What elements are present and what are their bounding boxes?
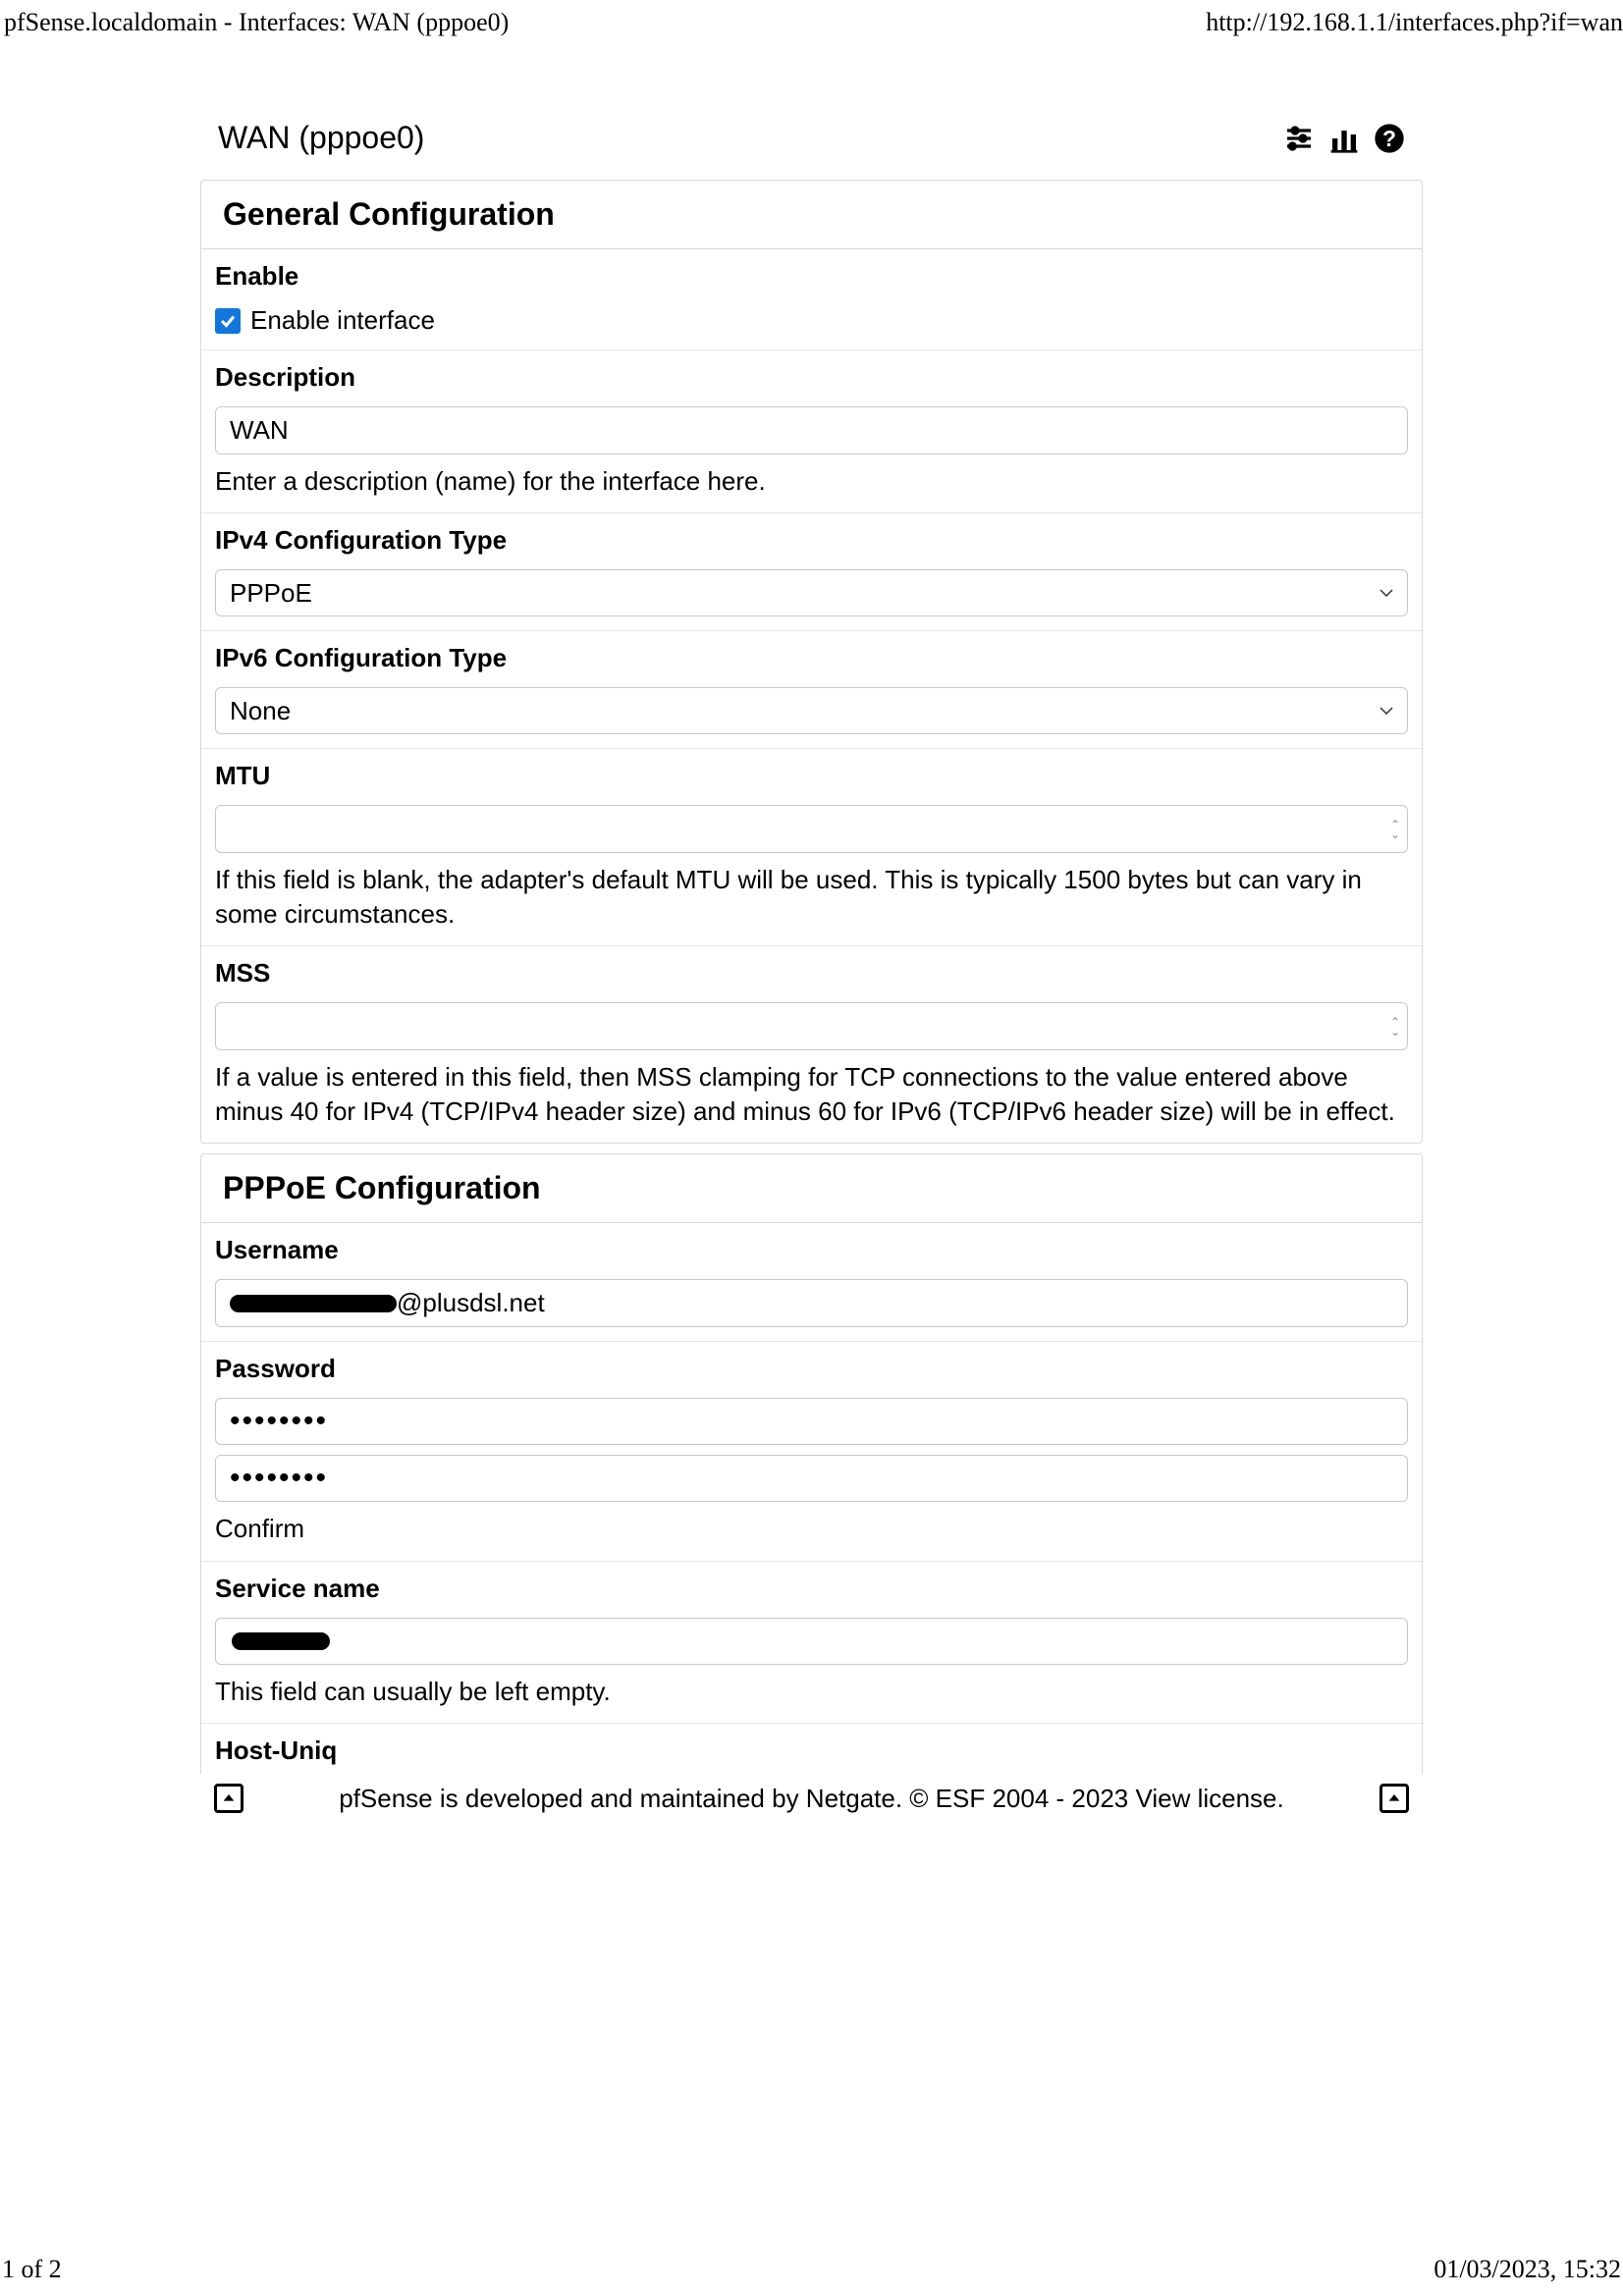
mss-stepper[interactable]: ⌃ ⌄ bbox=[1390, 1017, 1400, 1037]
username-input[interactable]: @plusdsl.net bbox=[215, 1279, 1408, 1327]
browser-print-header: pfSense.localdomain - Interfaces: WAN (p… bbox=[0, 0, 1623, 41]
password-input[interactable]: •••••••• bbox=[215, 1398, 1408, 1445]
ipv4type-label: IPv4 Configuration Type bbox=[215, 525, 1408, 556]
general-config-panel: General Configuration Enable Enable inte… bbox=[200, 180, 1423, 1144]
password-group: Password •••••••• •••••••• Confirm bbox=[201, 1342, 1422, 1561]
browser-url: http://192.168.1.1/interfaces.php?if=wan bbox=[1206, 8, 1623, 37]
svg-text:?: ? bbox=[1382, 126, 1396, 151]
chart-icon[interactable] bbox=[1328, 123, 1360, 154]
general-config-heading: General Configuration bbox=[201, 181, 1422, 249]
scroll-top-right-button[interactable] bbox=[1380, 1784, 1409, 1813]
page-footer-bar: pfSense is developed and maintained by N… bbox=[200, 1784, 1423, 1814]
hostuniq-label: Host-Uniq bbox=[215, 1735, 1408, 1766]
enable-checkbox-label: Enable interface bbox=[250, 305, 435, 336]
scroll-top-left-button[interactable] bbox=[214, 1784, 243, 1813]
username-label: Username bbox=[215, 1235, 1408, 1265]
description-input[interactable] bbox=[215, 406, 1408, 454]
hostuniq-group: Host-Uniq bbox=[201, 1724, 1422, 1774]
username-suffix: @plusdsl.net bbox=[397, 1288, 545, 1318]
sliders-icon[interactable] bbox=[1283, 123, 1315, 154]
pppoe-config-panel: PPPoE Configuration Username @plusdsl.ne… bbox=[200, 1153, 1423, 1773]
footer-text: pfSense is developed and maintained by N… bbox=[243, 1784, 1380, 1814]
mss-label: MSS bbox=[215, 958, 1408, 988]
chevron-down-icon[interactable]: ⌄ bbox=[1390, 829, 1400, 839]
mtu-group: MTU ⌃ ⌄ If this field is blank, the adap… bbox=[201, 749, 1422, 946]
enable-checkbox[interactable] bbox=[215, 308, 241, 334]
username-group: Username @plusdsl.net bbox=[201, 1223, 1422, 1342]
browser-title: pfSense.localdomain - Interfaces: WAN (p… bbox=[0, 8, 509, 37]
enable-group: Enable Enable interface bbox=[201, 249, 1422, 350]
ipv4type-select[interactable]: PPPoE bbox=[215, 569, 1408, 616]
ipv6type-select[interactable]: None bbox=[215, 687, 1408, 734]
servicename-help: This field can usually be left empty. bbox=[215, 1675, 1408, 1709]
pppoe-config-heading: PPPoE Configuration bbox=[201, 1154, 1422, 1223]
enable-label: Enable bbox=[215, 261, 1408, 292]
ipv4type-group: IPv4 Configuration Type PPPoE bbox=[201, 513, 1422, 631]
mtu-help: If this field is blank, the adapter's de… bbox=[215, 863, 1408, 932]
redacted-text bbox=[232, 1632, 330, 1650]
mss-input[interactable] bbox=[215, 1002, 1408, 1050]
page-title: WAN (pppoe0) bbox=[218, 120, 424, 156]
mss-help: If a value is entered in this field, the… bbox=[215, 1060, 1408, 1129]
ipv6type-label: IPv6 Configuration Type bbox=[215, 643, 1408, 673]
mss-group: MSS ⌃ ⌄ If a value is entered in this fi… bbox=[201, 946, 1422, 1143]
ipv6type-group: IPv6 Configuration Type None bbox=[201, 631, 1422, 749]
servicename-input[interactable] bbox=[215, 1618, 1408, 1665]
print-footer: 1 of 2 01/03/2023, 15:32 bbox=[0, 2255, 1623, 2284]
mtu-stepper[interactable]: ⌃ ⌄ bbox=[1390, 820, 1400, 839]
password-label: Password bbox=[215, 1354, 1408, 1384]
description-label: Description bbox=[215, 362, 1408, 393]
mtu-label: MTU bbox=[215, 761, 1408, 791]
servicename-group: Service name This field can usually be l… bbox=[201, 1562, 1422, 1724]
password-confirm-label: Confirm bbox=[215, 1512, 1408, 1546]
mtu-input[interactable] bbox=[215, 805, 1408, 853]
help-icon[interactable]: ? bbox=[1374, 123, 1405, 154]
password-confirm-input[interactable]: •••••••• bbox=[215, 1455, 1408, 1502]
print-page-num: 1 of 2 bbox=[2, 2255, 62, 2284]
description-help: Enter a description (name) for the inter… bbox=[215, 464, 1408, 499]
chevron-down-icon[interactable]: ⌄ bbox=[1390, 1027, 1400, 1037]
description-group: Description Enter a description (name) f… bbox=[201, 350, 1422, 513]
print-datetime: 01/03/2023, 15:32 bbox=[1434, 2255, 1621, 2284]
servicename-label: Service name bbox=[215, 1574, 1408, 1604]
redacted-text bbox=[230, 1295, 397, 1312]
